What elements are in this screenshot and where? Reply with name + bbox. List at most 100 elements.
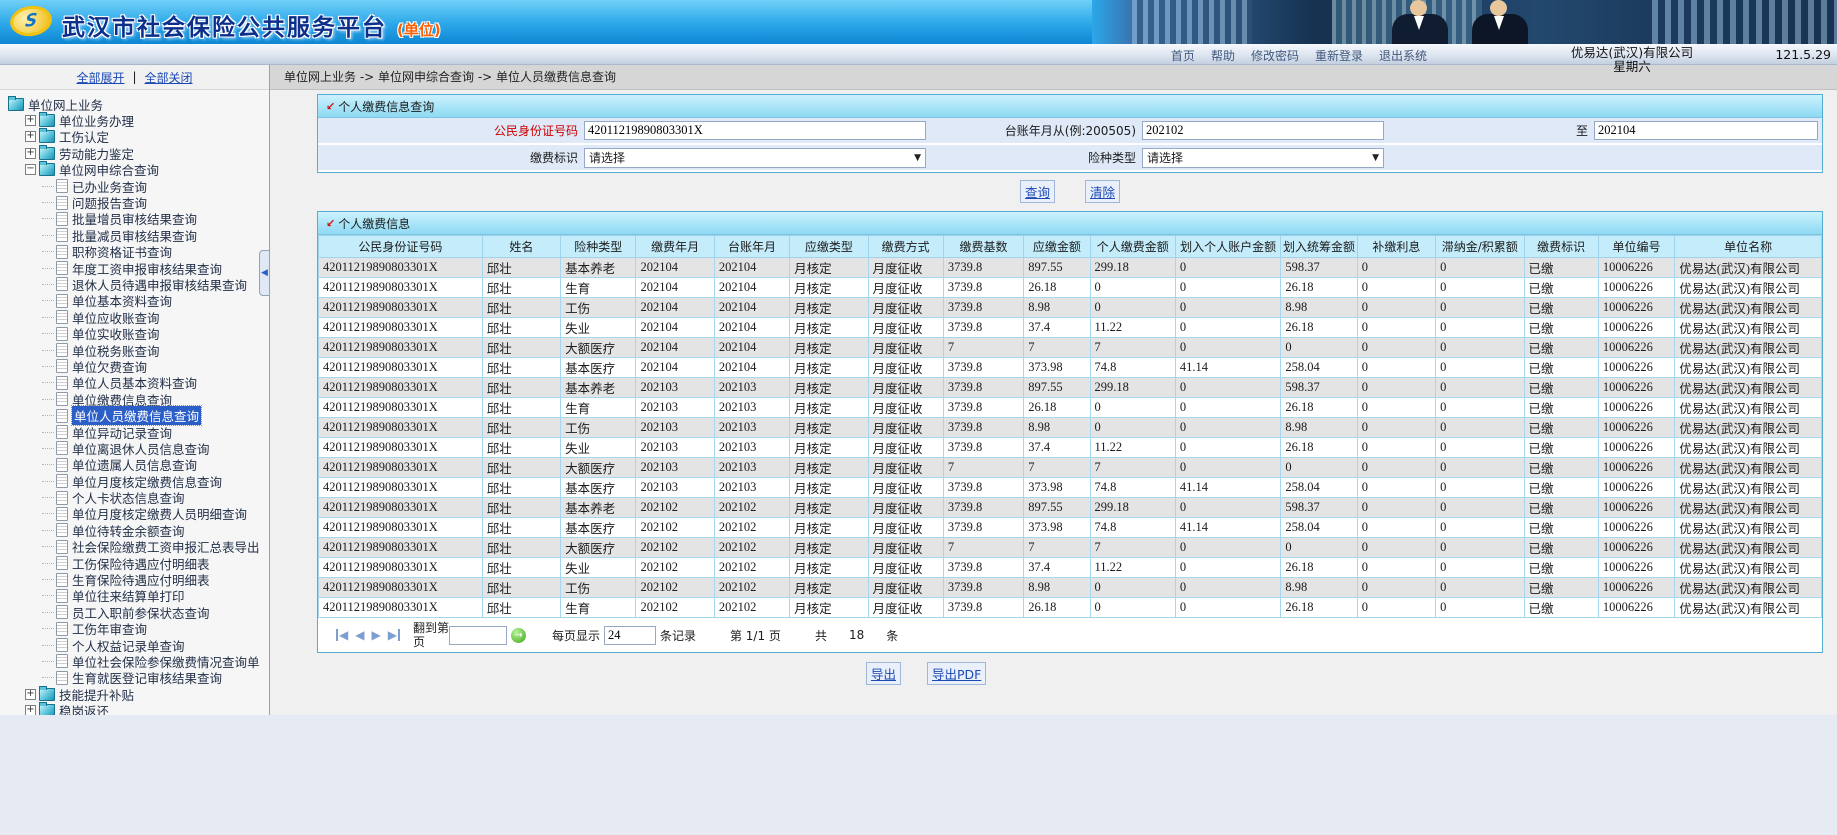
table-cell: 3739.8	[942, 317, 1025, 338]
folder-icon	[39, 702, 55, 715]
topbar-link[interactable]: 退出系统	[1379, 47, 1427, 64]
table-cell: 202104	[635, 257, 715, 278]
table-cell: 0	[1356, 277, 1437, 298]
sidebar-item[interactable]: 问题报告查询	[4, 194, 269, 211]
query-actions: 查询 清除	[317, 173, 1823, 207]
clear-button[interactable]: 清除	[1085, 180, 1121, 203]
sidebar-item[interactable]: 生育就医登记审核结果查询	[4, 670, 269, 686]
table-cell: 42011219890803301X	[318, 517, 483, 538]
goto-page-button[interactable]: →	[510, 627, 526, 643]
sidebar-item[interactable]: + 稳岗返还	[4, 702, 269, 715]
app-title: 武汉市社会保险公共服务平台 (单位)	[62, 15, 441, 41]
sidebar-item[interactable]: 单位离退休人员信息查询	[4, 440, 269, 457]
sidebar-item[interactable]: 单位社会保险参保缴费情况查询单	[4, 653, 269, 670]
sidebar-item[interactable]: 单位实收账查询	[4, 325, 269, 342]
sidebar-item[interactable]: 单位欠费查询	[4, 358, 269, 375]
period-from-input[interactable]	[1142, 121, 1384, 140]
sidebar-item[interactable]: 职称资格证书查询	[4, 244, 269, 260]
table-cell: 7	[1089, 537, 1176, 558]
document-icon	[56, 244, 68, 259]
sidebar-item[interactable]: 单位待转金余额查询	[4, 522, 269, 539]
search-button[interactable]: 查询	[1019, 180, 1055, 203]
sidebar-item[interactable]: 生育保险待遇应付明细表	[4, 571, 269, 588]
sidebar-item[interactable]: + 劳动能力鉴定	[4, 144, 269, 162]
sidebar-item[interactable]: 批量减员审核结果查询	[4, 227, 269, 244]
table-cell: 202104	[635, 297, 715, 318]
sidebar-item[interactable]: 个人权益记录单查询	[4, 637, 269, 654]
insurance-type-select[interactable]: 请选择 ▼	[1142, 147, 1384, 168]
sidebar-item[interactable]: 工伤保险待遇应付明细表	[4, 555, 269, 572]
sidebar-item[interactable]: 员工入职前参保状态查询	[4, 604, 269, 621]
table-cell: 0	[1356, 377, 1437, 398]
table-cell: 0	[1089, 297, 1176, 318]
sidebar-item[interactable]: 单位往来结算单打印	[4, 588, 269, 604]
table-cell: 邱壮	[481, 437, 562, 458]
table-cell: 42011219890803301X	[318, 417, 483, 438]
sidebar-collapse-handle[interactable]: ◀	[259, 250, 269, 296]
sidebar-item[interactable]: 退休人员待遇申报审核结果查询	[4, 276, 269, 293]
sidebar-item[interactable]: − 单位网申综合查询	[4, 161, 269, 178]
sidebar-item[interactable]: 单位月度核定缴费人员明细查询	[4, 506, 269, 522]
topbar-link[interactable]: 修改密码	[1251, 47, 1299, 64]
collapse-minus-icon[interactable]: −	[25, 164, 36, 176]
document-icon	[56, 556, 68, 571]
table-cell: 0	[1089, 417, 1176, 438]
table-row: 42011219890803301X 邱壮 基本养老 202102 202102 月核定月…	[318, 497, 1822, 518]
sidebar-item[interactable]: 单位税务账查询	[4, 342, 269, 359]
app-title-suffix: (单位)	[397, 21, 441, 39]
expand-plus-icon[interactable]: +	[25, 131, 36, 143]
export-button[interactable]: 导出	[866, 662, 902, 685]
expand-plus-icon[interactable]: +	[25, 705, 36, 715]
sidebar-item[interactable]: 单位基本资料查询	[4, 293, 269, 309]
table-cell: 大额医疗	[560, 537, 637, 558]
pay-flag-select[interactable]: 请选择 ▼	[584, 147, 926, 168]
expand-plus-icon[interactable]: +	[25, 147, 36, 159]
sidebar-item[interactable]: 单位异动记录查询	[4, 424, 269, 441]
export-actions: 导出 导出PDF	[270, 653, 1837, 685]
export-pdf-button[interactable]: 导出PDF	[927, 662, 987, 685]
sidebar-item[interactable]: 单位应收账查询	[4, 309, 269, 326]
sidebar-item[interactable]: 个人卡状态信息查询	[4, 489, 269, 506]
sidebar-item[interactable]: 单位月度核定缴费信息查询	[4, 473, 269, 490]
sidebar-item[interactable]: 单位人员基本资料查询	[4, 375, 269, 391]
sidebar-item[interactable]: 单位遗属人员信息查询	[4, 457, 269, 473]
sidebar-item[interactable]: + 工伤认定	[4, 128, 269, 145]
expand-all-link[interactable]: 全部展开	[76, 69, 124, 86]
column-header: 单位编号	[1597, 235, 1676, 258]
table-cell: 373.98	[1023, 477, 1091, 498]
goto-page-input[interactable]	[448, 625, 507, 645]
sidebar-item[interactable]: 年度工资申报审核结果查询	[4, 260, 269, 277]
table-cell: 3739.8	[942, 557, 1025, 578]
first-page-icon[interactable]: ◀	[336, 629, 348, 641]
table-cell: 0	[1356, 517, 1437, 538]
id-number-input[interactable]	[584, 121, 926, 140]
sidebar-item[interactable]: 单位缴费信息查询	[4, 391, 269, 408]
period-to-input[interactable]	[1594, 121, 1818, 140]
table-cell: 基本养老	[560, 377, 637, 398]
sidebar-item[interactable]: 单位人员缴费信息查询	[4, 405, 269, 427]
sidebar-item[interactable]: 单位网上业务	[4, 95, 269, 113]
expand-plus-icon[interactable]: +	[25, 115, 36, 127]
table-cell: 邱壮	[481, 517, 562, 538]
sidebar: 全部展开 | 全部关闭 单位网上业务 + 单位业务办理 + 工伤认定 + 劳动能力鉴定 − 单位…	[0, 65, 270, 715]
sidebar-item[interactable]: + 技能提升补贴	[4, 685, 269, 703]
topbar-link[interactable]: 首页	[1171, 47, 1195, 64]
previous-page-icon[interactable]: ◀	[355, 629, 364, 641]
table-cell: 基本医疗	[560, 477, 637, 498]
collapse-all-link[interactable]: 全部关闭	[145, 69, 193, 86]
sidebar-item[interactable]: + 单位业务办理	[4, 112, 269, 129]
table-cell: 月核定	[789, 497, 869, 518]
per-page-input[interactable]	[603, 625, 656, 645]
topbar-link[interactable]: 重新登录	[1315, 47, 1363, 64]
pagination-bar: ◀ ◀ ▶ ▶ 翻到第 页 → 每页显示 条记录 第 1/1 页 共 18 条	[318, 618, 1822, 652]
topbar-link[interactable]: 帮助	[1211, 47, 1235, 64]
last-page-icon[interactable]: ▶	[388, 629, 400, 641]
sidebar-item[interactable]: 工伤年审查询	[4, 621, 269, 637]
sidebar-item[interactable]: 批量增员审核结果查询	[4, 211, 269, 227]
expand-plus-icon[interactable]: +	[25, 688, 36, 700]
sidebar-item[interactable]: 社会保险缴费工资申报汇总表导出	[4, 539, 269, 555]
table-cell: 月核定	[789, 337, 869, 358]
sidebar-item[interactable]: 已办业务查询	[4, 178, 269, 195]
next-page-icon[interactable]: ▶	[371, 629, 380, 641]
table-cell: 邱壮	[481, 377, 562, 398]
